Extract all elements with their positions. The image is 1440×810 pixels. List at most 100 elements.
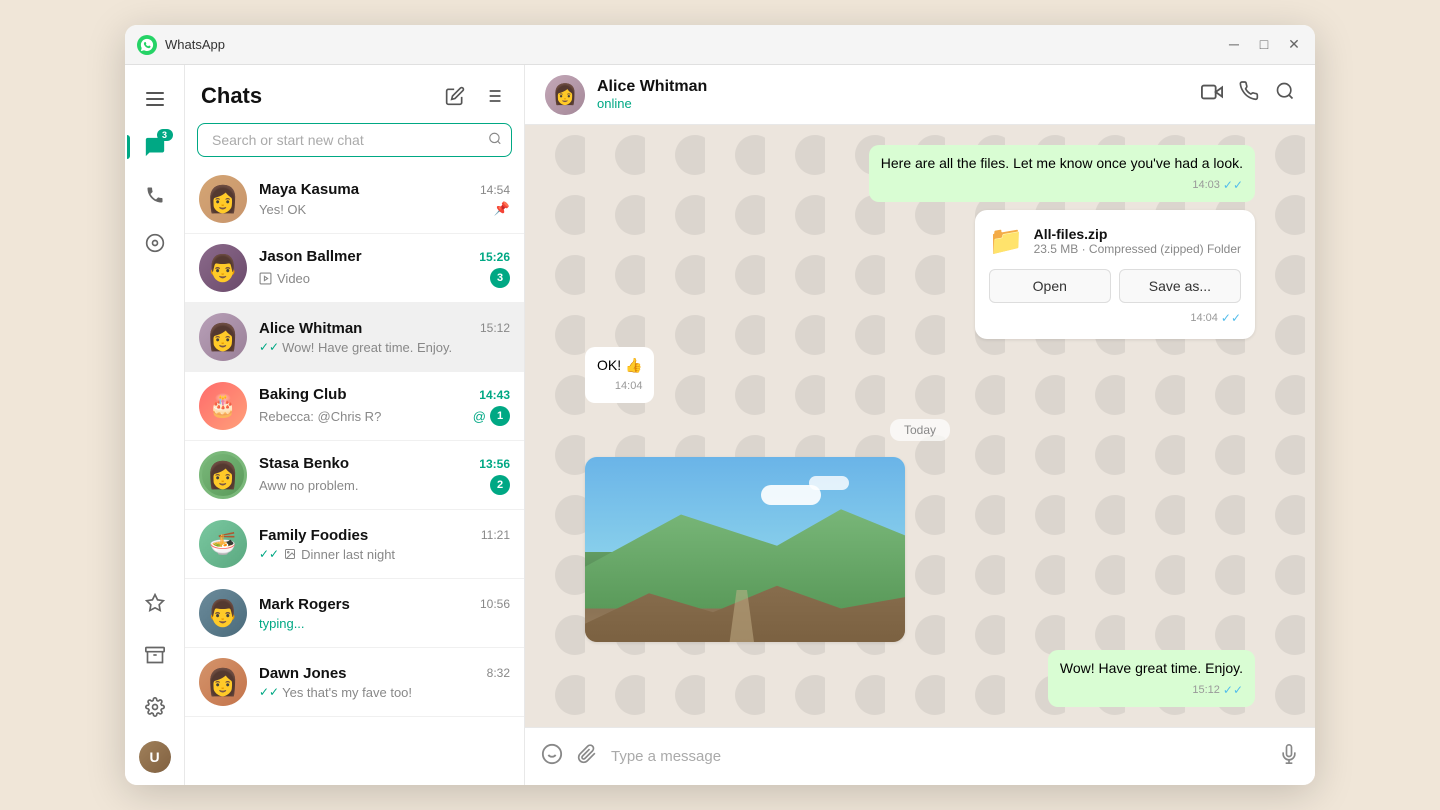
chat-info-alice: Alice Whitman 15:12 ✓✓ Wow! Have great t… xyxy=(259,320,510,355)
user-avatar[interactable]: U xyxy=(139,741,171,773)
sidebar-nav: 3 xyxy=(125,65,185,785)
chats-header-icons xyxy=(440,81,508,111)
chat-preview-jason: Video xyxy=(259,271,310,286)
chat-item-family[interactable]: 🍜 Family Foodies 11:21 ✓✓ Dinner last ni… xyxy=(185,510,524,579)
message-5-time: 15:12 xyxy=(1192,682,1220,699)
chats-panel: Chats xyxy=(185,65,525,785)
nav-chats[interactable]: 3 xyxy=(133,125,177,169)
chat-name-stasa: Stasa Benko xyxy=(259,455,349,472)
file-actions: Open Save as... xyxy=(989,269,1241,303)
chat-name-mark: Mark Rogers xyxy=(259,596,350,613)
message-1-text: Here are all the files. Let me know once… xyxy=(881,155,1243,171)
chat-time-baking: 14:43 xyxy=(479,388,510,402)
pin-icon-maya: 📌 xyxy=(494,201,510,217)
message-5-read-icon: ✓✓ xyxy=(1223,681,1243,699)
file-icon: 📁 xyxy=(989,224,1024,257)
chats-badge: 3 xyxy=(157,129,173,141)
open-file-button[interactable]: Open xyxy=(989,269,1111,303)
chat-header-actions xyxy=(1201,81,1295,108)
input-bar xyxy=(525,727,1315,785)
nav-calls[interactable] xyxy=(133,173,177,217)
nav-archive[interactable] xyxy=(133,633,177,677)
active-indicator xyxy=(127,135,130,159)
window-controls: ─ □ ✕ xyxy=(1225,36,1303,53)
message-1-time: 14:03 xyxy=(1192,177,1220,194)
message-3-text: OK! 👍 xyxy=(597,357,642,373)
maximize-button[interactable]: □ xyxy=(1255,36,1273,53)
chat-header-status: online xyxy=(597,96,1201,111)
attach-button[interactable] xyxy=(577,744,597,770)
chat-item-mark[interactable]: 👨 Mark Rogers 10:56 typing... xyxy=(185,579,524,648)
chat-item-jason[interactable]: 👨 Jason Ballmer 15:26 Video 3 xyxy=(185,234,524,303)
message-1-read-icon: ✓✓ xyxy=(1223,176,1243,194)
search-input[interactable] xyxy=(197,123,512,157)
message-3: OK! 👍 14:04 xyxy=(585,347,654,403)
voice-call-button[interactable] xyxy=(1239,81,1259,108)
new-chat-button[interactable] xyxy=(440,81,470,111)
nav-settings[interactable] xyxy=(133,685,177,729)
chat-info-dawn: Dawn Jones 8:32 ✓✓ Yes that's my fave to… xyxy=(259,665,510,700)
message-3-time: 14:04 xyxy=(615,378,643,395)
chat-preview-maya: Yes! OK xyxy=(259,202,306,217)
chat-name-dawn: Dawn Jones xyxy=(259,665,347,682)
app-title: WhatsApp xyxy=(165,37,1225,52)
messages-area: Here are all the files. Let me know once… xyxy=(525,125,1315,727)
file-details: All-files.zip 23.5 MB · Compressed (zipp… xyxy=(1034,226,1241,256)
video-call-button[interactable] xyxy=(1201,81,1223,108)
photo-message: So beautiful here! 15:06 ❤️ xyxy=(585,457,905,643)
chat-time-mark: 10:56 xyxy=(480,597,510,611)
title-bar: WhatsApp ─ □ ✕ xyxy=(125,25,1315,65)
chat-time-maya: 14:54 xyxy=(480,183,510,197)
close-button[interactable]: ✕ xyxy=(1285,36,1303,53)
chat-name-alice: Alice Whitman xyxy=(259,320,362,337)
chats-header: Chats xyxy=(185,65,524,119)
chats-title: Chats xyxy=(201,83,262,109)
chat-item-maya[interactable]: 👩 Maya Kasuma 14:54 Yes! OK 📌 xyxy=(185,165,524,234)
message-5: Wow! Have great time. Enjoy. 15:12 ✓✓ xyxy=(1048,650,1255,707)
emoji-button[interactable] xyxy=(541,743,563,771)
chat-preview-baking: Rebecca: @Chris R? xyxy=(259,409,381,424)
file-message-time: 14:04 xyxy=(1190,312,1218,324)
app-window: WhatsApp ─ □ ✕ 3 xyxy=(125,25,1315,785)
chat-item-baking[interactable]: 🎂 Baking Club 14:43 Rebecca: @Chris R? @… xyxy=(185,372,524,441)
chat-item-stasa[interactable]: 👩 Stasa Benko 13:56 Aww no problem. 2 xyxy=(185,441,524,510)
chat-info-mark: Mark Rogers 10:56 typing... xyxy=(259,596,510,631)
file-name: All-files.zip xyxy=(1034,226,1241,242)
nav-starred[interactable] xyxy=(133,581,177,625)
message-1: Here are all the files. Let me know once… xyxy=(869,145,1255,202)
mic-button[interactable] xyxy=(1279,744,1299,770)
chat-time-jason: 15:26 xyxy=(479,250,510,264)
avatar-alice: 👩 xyxy=(199,313,247,361)
mountain-scene xyxy=(585,457,905,643)
chat-header-avatar[interactable]: 👩 xyxy=(545,75,585,115)
message-input[interactable] xyxy=(611,748,1265,765)
chat-info-jason: Jason Ballmer 15:26 Video 3 xyxy=(259,248,510,288)
nav-menu[interactable] xyxy=(133,77,177,121)
chat-name-family: Family Foodies xyxy=(259,527,368,544)
chat-name-baking: Baking Club xyxy=(259,386,347,403)
message-5-text: Wow! Have great time. Enjoy. xyxy=(1060,660,1243,676)
day-divider: Today xyxy=(890,419,950,441)
chat-item-alice[interactable]: 👩 Alice Whitman 15:12 ✓✓ Wow! Have great… xyxy=(185,303,524,372)
chat-preview-alice: ✓✓ Wow! Have great time. Enjoy. xyxy=(259,340,452,355)
file-message-read-icon: ✓✓ xyxy=(1221,311,1241,325)
minimize-button[interactable]: ─ xyxy=(1225,36,1243,53)
save-file-button[interactable]: Save as... xyxy=(1119,269,1241,303)
chat-time-family: 11:21 xyxy=(481,528,510,542)
chat-preview-mark: typing... xyxy=(259,616,305,631)
chat-time-stasa: 13:56 xyxy=(479,457,510,471)
chat-header-name: Alice Whitman xyxy=(597,78,1201,96)
chat-info-maya: Maya Kasuma 14:54 Yes! OK 📌 xyxy=(259,181,510,217)
app-body: 3 xyxy=(125,65,1315,785)
nav-status[interactable] xyxy=(133,221,177,265)
unread-badge-stasa: 2 xyxy=(490,475,510,495)
filter-button[interactable] xyxy=(478,81,508,111)
search-icon xyxy=(488,132,502,149)
search-button[interactable] xyxy=(1275,81,1295,108)
unread-badge-baking: 1 xyxy=(490,406,510,426)
chat-area: 👩 Alice Whitman online xyxy=(525,65,1315,785)
file-size: 23.5 MB · Compressed (zipped) Folder xyxy=(1034,242,1241,256)
chat-time-alice: 15:12 xyxy=(480,321,510,335)
chat-item-dawn[interactable]: 👩 Dawn Jones 8:32 ✓✓ Yes that's my fave … xyxy=(185,648,524,717)
chat-header: 👩 Alice Whitman online xyxy=(525,65,1315,125)
